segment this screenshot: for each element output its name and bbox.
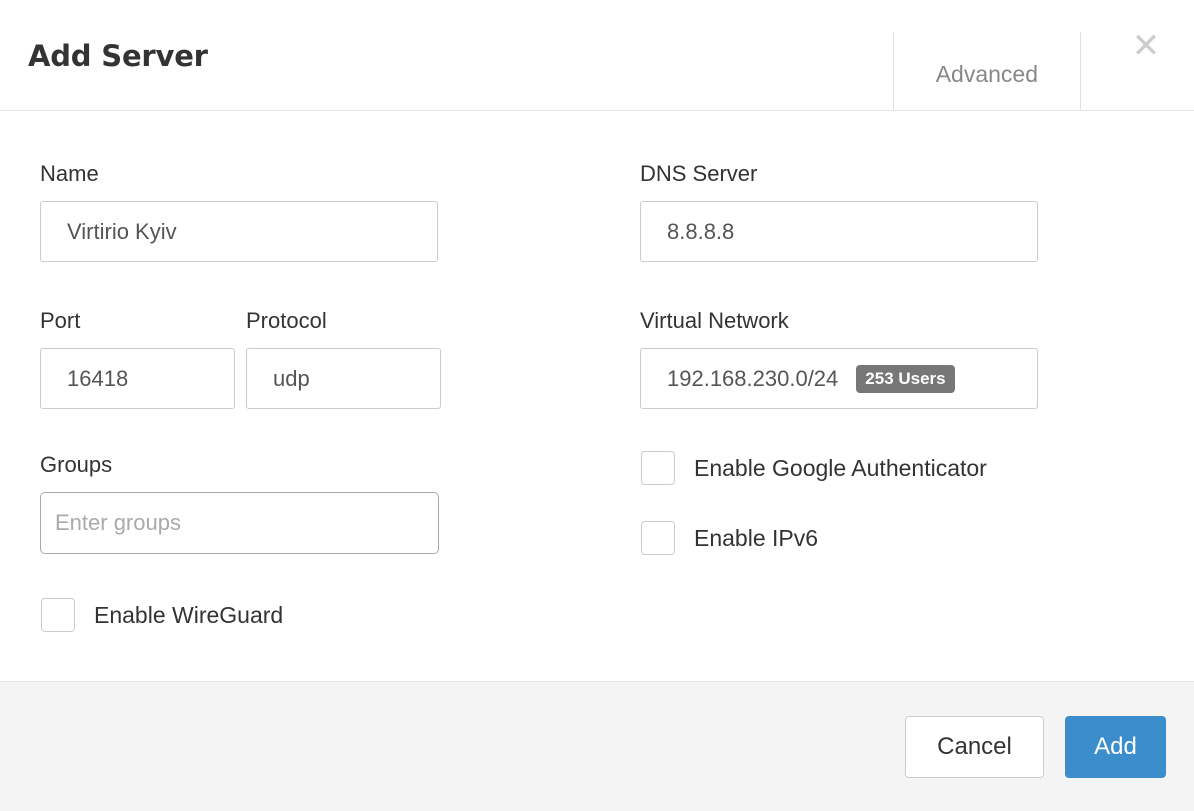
field-port-protocol: Port 16418 Protocol udp: [40, 308, 480, 409]
virtual-network-label: Virtual Network: [640, 308, 789, 333]
tab-advanced[interactable]: Advanced: [894, 32, 1080, 110]
add-server-dialog: Add Server Advanced ✕ Name Virtirio Kyiv…: [0, 0, 1194, 811]
page-title: Add Server: [28, 39, 208, 73]
dns-server-input-value: 8.8.8.8: [667, 218, 735, 244]
field-protocol: Protocol udp: [246, 308, 441, 409]
checkbox-enable-google-authenticator[interactable]: Enable Google Authenticator: [641, 451, 1080, 485]
dialog-header: Add Server Advanced ✕: [0, 0, 1194, 111]
status-badge: 253 Users: [856, 364, 955, 393]
checkbox-box-ipv6[interactable]: [641, 521, 675, 555]
checkbox-box-google-authenticator[interactable]: [641, 451, 675, 485]
dialog-body: Name Virtirio Kyiv Port 16418 Protocol u…: [0, 111, 1194, 681]
name-input[interactable]: Virtirio Kyiv: [40, 201, 438, 262]
field-port: Port 16418: [40, 308, 235, 409]
checkbox-enable-ipv6[interactable]: Enable IPv6: [641, 521, 1080, 555]
protocol-select-value: udp: [273, 365, 310, 391]
field-dns-server: DNS Server 8.8.8.8: [640, 161, 1080, 262]
virtual-network-select[interactable]: 192.168.230.0/24 253 Users: [640, 348, 1038, 409]
add-button-label: Add: [1094, 732, 1137, 760]
port-input-value: 16418: [67, 365, 129, 391]
checkbox-enable-wireguard[interactable]: Enable WireGuard: [41, 598, 480, 632]
dialog-footer: Cancel Add: [0, 681, 1194, 811]
groups-input-placeholder: Enter groups: [55, 510, 181, 535]
cancel-button-label: Cancel: [937, 732, 1012, 760]
groups-label: Groups: [40, 452, 113, 477]
checkbox-label-google-authenticator: Enable Google Authenticator: [694, 454, 987, 481]
close-icon[interactable]: ✕: [1122, 22, 1170, 70]
checkbox-label-wireguard: Enable WireGuard: [94, 601, 284, 628]
form-column-left: Name Virtirio Kyiv Port 16418 Protocol u…: [40, 161, 480, 632]
protocol-select[interactable]: udp: [246, 348, 441, 409]
groups-input[interactable]: Enter groups: [40, 492, 439, 554]
checkbox-label-ipv6: Enable IPv6: [694, 524, 819, 551]
port-input[interactable]: 16418: [40, 348, 235, 409]
tab-advanced-label: Advanced: [935, 61, 1038, 87]
close-glyph: ✕: [1131, 26, 1161, 66]
port-label: Port: [40, 308, 81, 333]
checkbox-box-wireguard[interactable]: [41, 598, 75, 632]
add-button[interactable]: Add: [1065, 715, 1166, 778]
dns-server-input[interactable]: 8.8.8.8: [640, 201, 1038, 262]
protocol-label: Protocol: [246, 308, 327, 333]
cancel-button[interactable]: Cancel: [905, 715, 1044, 778]
header-tab-group: Advanced: [892, 32, 1081, 110]
field-name: Name Virtirio Kyiv: [40, 161, 480, 262]
field-groups: Groups Enter groups: [40, 452, 480, 554]
virtual-network-value: 192.168.230.0/24: [667, 365, 839, 391]
field-virtual-network: Virtual Network 192.168.230.0/24 253 Use…: [640, 308, 1080, 409]
name-input-value: Virtirio Kyiv: [67, 218, 177, 244]
form-column-right: DNS Server 8.8.8.8 Virtual Network 192.1…: [640, 161, 1080, 555]
name-label: Name: [40, 161, 99, 186]
dns-server-label: DNS Server: [640, 161, 758, 186]
